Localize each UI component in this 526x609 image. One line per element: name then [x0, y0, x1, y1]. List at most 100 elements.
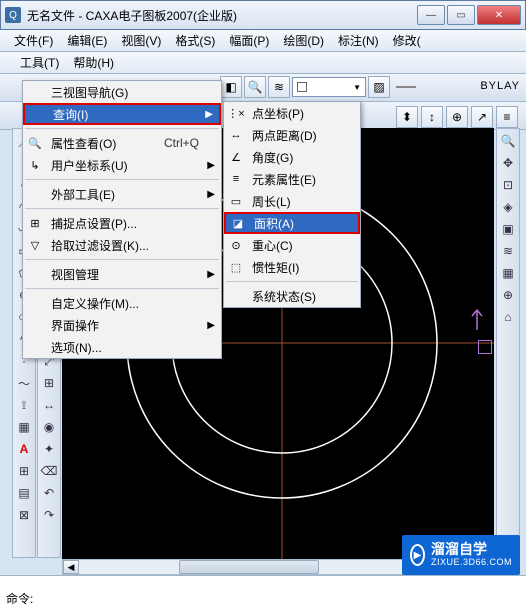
menu-view-manage[interactable]: 视图管理 ▶ [23, 263, 221, 285]
ucs-icon: ↳ [27, 157, 43, 173]
cursor-box-icon [478, 340, 492, 354]
query-submenu: ⋮× 点坐标(P) ↔ 两点距离(D) ∠ 角度(G) ≡ 元素属性(E) ▭ … [223, 101, 361, 308]
point-icon: ⋮× [228, 105, 244, 121]
rtool-pan-icon[interactable]: ✥ [498, 153, 518, 173]
submenu-system-status[interactable]: 系统状态(S) [224, 285, 360, 307]
menu-label: 角度(G) [252, 149, 293, 166]
submenu-point-coord[interactable]: ⋮× 点坐标(P) [224, 102, 360, 124]
toolbar-icon-a[interactable]: ⬍ [396, 106, 418, 128]
rtool-3d-icon[interactable]: ◈ [498, 197, 518, 217]
menu-filter-settings[interactable]: ▽ 拾取过滤设置(K)... [23, 234, 221, 256]
submenu-perimeter[interactable]: ▭ 周长(L) [224, 190, 360, 212]
menu-view[interactable]: 视图(V) [115, 30, 167, 51]
minimize-button[interactable]: — [417, 5, 445, 25]
tool-wave-icon[interactable]: 〜 [14, 373, 34, 393]
snap-icon: ⊞ [27, 215, 43, 231]
area-icon: ◪ [230, 215, 246, 231]
tool-camera-icon[interactable]: ◉ [39, 417, 59, 437]
submenu-distance[interactable]: ↔ 两点距离(D) [224, 124, 360, 146]
rtool-misc-icon[interactable]: ⊕ [498, 285, 518, 305]
menu-options[interactable]: 选项(N)... [23, 336, 221, 358]
menubar-row1: 文件(F) 编辑(E) 视图(V) 格式(S) 幅面(P) 绘图(D) 标注(N… [0, 30, 526, 52]
menu-help[interactable]: 帮助(H) [67, 52, 120, 73]
menu-separator [25, 208, 219, 209]
tool-asm-icon[interactable]: ⊠ [14, 505, 34, 525]
rtool-color-icon[interactable]: ▦ [498, 263, 518, 283]
toolbar-icon-b[interactable]: ↕ [421, 106, 443, 128]
linetype-preview [396, 86, 416, 88]
toolbar-linetype-icon[interactable]: ▨ [368, 76, 390, 98]
rtool-home-icon[interactable]: ⌂ [498, 307, 518, 327]
rtool-zoom-icon[interactable]: 🔍 [498, 131, 518, 151]
arrow-right-icon: ▶ [205, 109, 213, 120]
tool-hatch-icon[interactable]: ▦ [14, 417, 34, 437]
menu-edit[interactable]: 编辑(E) [61, 30, 113, 51]
menubar-row2: 工具(T) 帮助(H) [0, 52, 526, 74]
menu-label: 外部工具(E) [51, 186, 115, 203]
menu-file[interactable]: 文件(F) [8, 30, 59, 51]
rtool-layer-icon[interactable]: ≋ [498, 241, 518, 261]
tool-undo-icon[interactable]: ↶ [39, 483, 59, 503]
menu-label: 惯性矩(I) [252, 259, 299, 276]
props-icon: ≡ [228, 171, 244, 187]
menu-draw[interactable]: 绘图(D) [277, 30, 330, 51]
centroid-icon: ⊙ [228, 237, 244, 253]
rtool-zoomext-icon[interactable]: ⊡ [498, 175, 518, 195]
toolbar-search-icon[interactable]: 🔍 [244, 76, 266, 98]
tool-erase-icon[interactable]: ⌫ [39, 461, 59, 481]
menu-label: 重心(C) [252, 237, 293, 254]
menu-label: 点坐标(P) [252, 105, 304, 122]
submenu-angle[interactable]: ∠ 角度(G) [224, 146, 360, 168]
menu-external-tools[interactable]: 外部工具(E) ▶ [23, 183, 221, 205]
submenu-inertia[interactable]: ⬚ 惯性矩(I) [224, 256, 360, 278]
submenu-area[interactable]: ◪ 面积(A) [224, 212, 360, 234]
tool-text-icon[interactable]: A [14, 439, 34, 459]
toolbar-layers-icon[interactable]: ≋ [268, 76, 290, 98]
maximize-button[interactable]: ▭ [447, 5, 475, 25]
toolbar-icon[interactable]: ◧ [220, 76, 242, 98]
tool-block-icon[interactable]: ⊞ [14, 461, 34, 481]
menu-query[interactable]: 查询(I) ▶ [23, 103, 221, 125]
menu-properties[interactable]: 🔍 属性查看(O) Ctrl+Q [23, 132, 221, 154]
command-prompt: 命令: [6, 590, 520, 607]
tool-insert-icon[interactable]: ▤ [14, 483, 34, 503]
menu-three-view-nav[interactable]: 三视图导航(G) [23, 81, 221, 103]
menu-label: 三视图导航(G) [51, 84, 128, 101]
rtool-cube-icon[interactable]: ▣ [498, 219, 518, 239]
menu-modify[interactable]: 修改( [387, 30, 427, 51]
menu-snap-settings[interactable]: ⊞ 捕捉点设置(P)... [23, 212, 221, 234]
tool-redo-icon[interactable]: ↷ [39, 505, 59, 525]
command-bar[interactable]: 命令: [0, 575, 526, 609]
inertia-icon: ⬚ [228, 259, 244, 275]
watermark-url: ZIXUE.3D66.COM [431, 558, 512, 568]
scroll-left-button[interactable]: ◀ [63, 560, 79, 574]
toolbar-icon-c[interactable]: ⊕ [446, 106, 468, 128]
filter-icon: ▽ [27, 237, 43, 253]
tool-explode-icon[interactable]: ✦ [39, 439, 59, 459]
close-button[interactable]: ✕ [477, 5, 521, 25]
tool-measure-icon[interactable]: ⟟ [14, 395, 34, 415]
submenu-centroid[interactable]: ⊙ 重心(C) [224, 234, 360, 256]
layer-swatch [297, 82, 307, 92]
tool-array-icon[interactable]: ⊞ [39, 373, 59, 393]
menu-ucs[interactable]: ↳ 用户坐标系(U) ▶ [23, 154, 221, 176]
menu-annot[interactable]: 标注(N) [332, 30, 385, 51]
menu-ui-ops[interactable]: 界面操作 ▶ [23, 314, 221, 336]
submenu-element-props[interactable]: ≡ 元素属性(E) [224, 168, 360, 190]
menu-format[interactable]: 格式(S) [169, 30, 221, 51]
toolbar-icon-e[interactable]: ≡ [496, 106, 518, 128]
perimeter-icon: ▭ [228, 193, 244, 209]
watermark-badge: ▶ 溜溜自学 ZIXUE.3D66.COM [402, 535, 520, 575]
menu-customize[interactable]: 自定义操作(M)... [23, 292, 221, 314]
tool-stretch-icon[interactable]: ↔ [39, 395, 59, 415]
toolbar-icon-d[interactable]: ↗ [471, 106, 493, 128]
scroll-thumb[interactable] [179, 560, 319, 574]
menu-paper[interactable]: 幅面(P) [223, 30, 275, 51]
tools-dropdown: 三视图导航(G) 查询(I) ▶ 🔍 属性查看(O) Ctrl+Q ↳ 用户坐标… [22, 80, 222, 359]
cursor-arrow-icon [468, 308, 486, 336]
arrow-right-icon: ▶ [207, 320, 215, 331]
window-title: 无名文件 - CAXA电子图板2007(企业版) [27, 7, 417, 24]
arrow-right-icon: ▶ [207, 160, 215, 171]
layer-combobox[interactable]: ▼ [292, 77, 366, 97]
menu-tools[interactable]: 工具(T) [14, 52, 65, 73]
